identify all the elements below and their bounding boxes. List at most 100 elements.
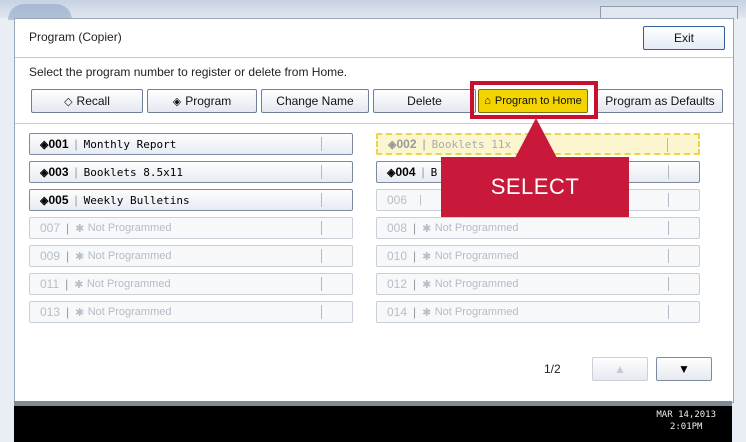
slot-separator: | xyxy=(65,277,69,291)
program-slot-007[interactable]: 007 | ✱ Not Programmed xyxy=(29,217,353,239)
slot-name: Not Programmed xyxy=(87,222,172,234)
slot-tail xyxy=(668,193,669,207)
program-slot-014[interactable]: 014 | ✱ Not Programmed xyxy=(376,301,700,323)
slot-tail xyxy=(668,165,669,179)
status-bar-edge xyxy=(14,401,732,406)
slot-name: B xyxy=(430,165,438,179)
slot-separator: | xyxy=(66,305,70,319)
program-as-defaults-button[interactable]: Program as Defaults xyxy=(597,89,723,113)
slot-name: Monthly Report xyxy=(83,137,177,151)
slot-number: 006 xyxy=(387,193,408,207)
slot-tail xyxy=(668,249,669,263)
asterisk-icon: ✱ xyxy=(75,222,85,235)
slot-tail xyxy=(668,221,669,235)
slot-number: 008 xyxy=(387,221,408,235)
recall-label: Recall xyxy=(76,94,110,108)
slot-name: | xyxy=(419,194,422,206)
recall-icon: ◇ xyxy=(64,95,73,108)
slot-separator: | xyxy=(422,137,426,151)
select-callout: SELECT xyxy=(441,157,629,217)
asterisk-icon: ✱ xyxy=(75,306,85,319)
slot-number: 013 xyxy=(40,305,61,319)
slot-tail xyxy=(668,305,669,319)
delete-label: Delete xyxy=(407,94,442,108)
slot-tail xyxy=(321,277,322,291)
change-name-button[interactable]: Change Name xyxy=(261,89,369,113)
clock-time: 2:01PM xyxy=(669,422,703,432)
asterisk-icon: ✱ xyxy=(422,250,432,263)
program-as-defaults-label: Program as Defaults xyxy=(605,94,715,108)
slot-number: 004 xyxy=(395,165,416,179)
slot-name: Not Programmed xyxy=(86,278,171,290)
program-slot-009[interactable]: 009 | ✱ Not Programmed xyxy=(29,245,353,267)
slot-name: Booklets 8.5x11 xyxy=(83,165,183,179)
slot-number: 001 xyxy=(48,137,69,151)
slot-separator: | xyxy=(421,165,425,179)
slot-number: 009 xyxy=(40,249,61,263)
slot-number: 007 xyxy=(40,221,61,235)
slot-name: Not Programmed xyxy=(434,278,519,290)
slot-tail xyxy=(321,137,322,151)
slot-tail xyxy=(321,193,322,207)
divider xyxy=(15,57,733,58)
slot-tail xyxy=(321,249,322,263)
program-slot-013[interactable]: 013 | ✱ Not Programmed xyxy=(29,301,353,323)
slot-separator: | xyxy=(74,193,78,207)
slot-tail xyxy=(321,165,322,179)
slot-separator: | xyxy=(413,305,417,319)
slot-name: Booklets 11x xyxy=(431,137,512,151)
program-icon: ◈ xyxy=(172,95,182,108)
slot-tail xyxy=(667,138,668,152)
asterisk-icon: ✱ xyxy=(74,278,84,291)
program-slot-011[interactable]: 011 | ✱ Not Programmed xyxy=(29,273,353,295)
clock: MAR 14,2013 2:01PM xyxy=(656,409,716,433)
slot-tail xyxy=(668,277,669,291)
slot-tail xyxy=(321,221,322,235)
clock-date: MAR 14,2013 xyxy=(656,410,716,420)
exit-button[interactable]: Exit xyxy=(643,26,725,50)
slot-number: 014 xyxy=(387,305,408,319)
asterisk-icon: ✱ xyxy=(422,278,432,291)
down-arrow-icon: ▼ xyxy=(678,362,690,376)
program-button[interactable]: ◈ Program xyxy=(147,89,257,113)
page-up-button[interactable]: ▲ xyxy=(592,357,648,381)
program-label: Program xyxy=(185,94,232,108)
top-bar xyxy=(0,0,746,20)
asterisk-icon: ✱ xyxy=(75,250,85,263)
callout-arrow xyxy=(515,118,557,158)
status-bar: MAR 14,2013 2:01PM xyxy=(14,401,732,442)
slot-number: 002 xyxy=(396,137,417,151)
slot-separator: | xyxy=(413,277,417,291)
program-slot-005[interactable]: ◈005 | Weekly Bulletins xyxy=(29,189,353,211)
slot-number: 011 xyxy=(40,277,60,291)
divider xyxy=(15,123,733,124)
slot-number: 010 xyxy=(387,249,408,263)
slot-tail xyxy=(321,305,322,319)
delete-button[interactable]: Delete xyxy=(373,89,476,113)
program-slot-003[interactable]: ◈003 | Booklets 8.5x11 xyxy=(29,161,353,183)
asterisk-icon: ✱ xyxy=(422,306,432,319)
slot-name: Not Programmed xyxy=(434,222,519,234)
slot-separator: | xyxy=(74,165,78,179)
instruction-text: Select the program number to register or… xyxy=(29,65,348,79)
program-slot-008[interactable]: 008 | ✱ Not Programmed xyxy=(376,217,700,239)
slot-number: 012 xyxy=(387,277,408,291)
program-slot-001[interactable]: ◈001 | Monthly Report xyxy=(29,133,353,155)
slot-separator: | xyxy=(66,249,70,263)
page-indicator: 1/2 xyxy=(544,362,561,376)
program-slot-012[interactable]: 012 | ✱ Not Programmed xyxy=(376,273,700,295)
slot-separator: | xyxy=(74,137,78,151)
page-down-button[interactable]: ▼ xyxy=(656,357,712,381)
program-slot-010[interactable]: 010 | ✱ Not Programmed xyxy=(376,245,700,267)
change-name-label: Change Name xyxy=(276,94,354,108)
dialog-title: Program (Copier) xyxy=(29,30,122,44)
slot-name: Not Programmed xyxy=(87,250,172,262)
recall-button[interactable]: ◇ Recall xyxy=(31,89,143,113)
slot-number: 005 xyxy=(48,193,69,207)
callout-text: SELECT xyxy=(490,174,580,199)
slot-number: 003 xyxy=(48,165,69,179)
slot-separator: | xyxy=(413,249,417,263)
highlight-frame xyxy=(470,81,598,119)
slot-separator: | xyxy=(413,221,417,235)
up-arrow-icon: ▲ xyxy=(614,362,626,376)
